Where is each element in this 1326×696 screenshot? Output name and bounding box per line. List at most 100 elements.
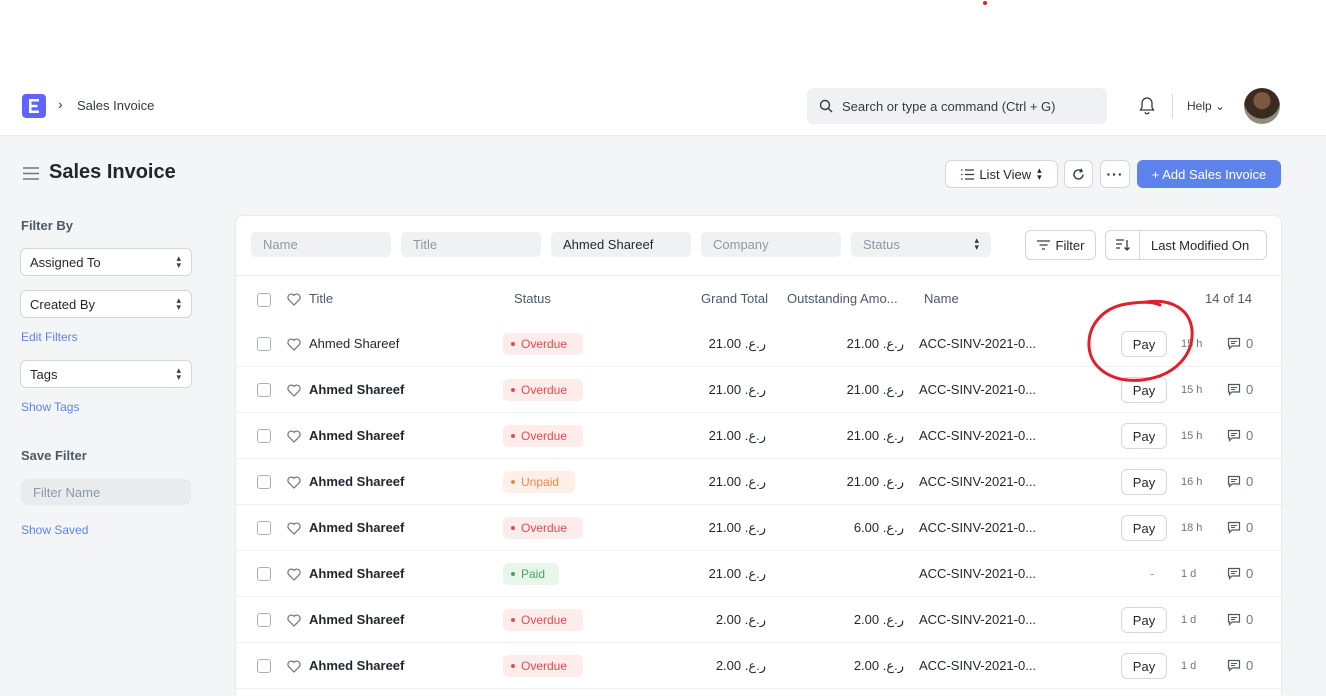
created-by-select[interactable]: Created By ▴ ▾ bbox=[20, 290, 192, 318]
table-row[interactable]: Ahmed Shareef Overdue 21.00 .ر.ع 21.00 .ر.ع… bbox=[236, 413, 1281, 459]
table-row[interactable]: Ahmed Shareef Overdue 2.00 .ر.ع 2.00 .ر.ع AC… bbox=[236, 643, 1281, 689]
status-label: Overdue bbox=[521, 659, 568, 673]
table-row[interactable]: Ahmed Shareef Overdue 21.00 .ر.ع 6.00 .ر.ع A… bbox=[236, 505, 1281, 551]
sort-direction-button[interactable] bbox=[1106, 231, 1140, 259]
heart-icon[interactable] bbox=[287, 384, 301, 397]
more-icon: ··· bbox=[1106, 166, 1124, 182]
tags-select[interactable]: Tags ▴ ▾ bbox=[20, 360, 192, 388]
comment-icon[interactable] bbox=[1227, 613, 1241, 626]
pay-button[interactable]: Pay bbox=[1121, 607, 1167, 633]
comment-icon[interactable] bbox=[1227, 383, 1241, 396]
table-row[interactable]: Ahmed Shareef Overdue 21.00 .ر.ع 21.00 .ر.ع… bbox=[236, 367, 1281, 413]
table-row[interactable]: Ahmed Shareef Paid 21.00 .ر.ع ACC-SINV-2021… bbox=[236, 551, 1281, 597]
search-bar[interactable] bbox=[807, 88, 1107, 124]
status-filter-select[interactable]: Status ▴ ▾ bbox=[851, 232, 991, 257]
row-checkbox[interactable] bbox=[257, 383, 271, 397]
sort-control[interactable]: Last Modified On bbox=[1105, 230, 1267, 260]
row-checkbox[interactable] bbox=[257, 429, 271, 443]
table-row[interactable]: Ahmed Shareef Overdue 21.00 .ر.ع 21.00 .ر.ع… bbox=[236, 321, 1281, 367]
pay-button[interactable]: Pay bbox=[1121, 653, 1167, 679]
row-checkbox[interactable] bbox=[257, 337, 271, 351]
pay-button[interactable]: Pay bbox=[1121, 423, 1167, 449]
row-title[interactable]: Ahmed Shareef bbox=[309, 336, 399, 351]
comment-count: 0 bbox=[1246, 566, 1254, 581]
row-title[interactable]: Ahmed Shareef bbox=[309, 428, 404, 443]
row-title[interactable]: Ahmed Shareef bbox=[309, 474, 404, 489]
row-checkbox[interactable] bbox=[257, 659, 271, 673]
avatar[interactable] bbox=[1244, 88, 1280, 124]
name-filter-input[interactable] bbox=[251, 232, 391, 257]
heart-icon[interactable] bbox=[287, 338, 301, 351]
column-header-outstanding[interactable]: Outstanding Amo... bbox=[787, 291, 898, 306]
list-view-button[interactable]: List View ▴ ▾ bbox=[945, 160, 1058, 188]
grand-total-value: 21.00 .ر.ع bbox=[708, 336, 766, 351]
row-checkbox[interactable] bbox=[257, 521, 271, 535]
status-dot bbox=[511, 342, 515, 346]
heart-icon[interactable] bbox=[287, 660, 301, 673]
filter-by-label: Filter By bbox=[21, 218, 74, 233]
assigned-to-select[interactable]: Assigned To ▴ ▾ bbox=[20, 248, 192, 276]
row-title[interactable]: Ahmed Shareef bbox=[309, 658, 404, 673]
status-label: Overdue bbox=[521, 337, 568, 351]
outstanding-value: 6.00 .ر.ع bbox=[853, 520, 904, 535]
comment-icon[interactable] bbox=[1227, 659, 1241, 672]
column-header-grand-total[interactable]: Grand Total bbox=[701, 291, 768, 306]
pay-button[interactable]: Pay bbox=[1121, 331, 1167, 357]
help-dropdown[interactable]: Help ⌄ bbox=[1187, 99, 1225, 113]
table-row[interactable]: Ahmed Shareef Overdue 2.00 .ر.ع 2.00 .ر.ع AC… bbox=[236, 597, 1281, 643]
title-filter-input[interactable] bbox=[401, 232, 541, 257]
row-name: ACC-SINV-2021-0... bbox=[919, 658, 1037, 673]
row-title[interactable]: Ahmed Shareef bbox=[309, 520, 404, 535]
heart-icon[interactable] bbox=[287, 568, 301, 581]
heart-icon[interactable] bbox=[287, 522, 301, 535]
hamburger-icon[interactable] bbox=[23, 167, 39, 180]
heart-icon[interactable] bbox=[287, 430, 301, 443]
column-header-title[interactable]: Title bbox=[309, 291, 333, 306]
pay-button[interactable]: Pay bbox=[1121, 377, 1167, 403]
show-saved-link[interactable]: Show Saved bbox=[21, 523, 88, 537]
heart-icon[interactable] bbox=[287, 614, 301, 627]
status-dot bbox=[511, 480, 515, 484]
select-all-checkbox[interactable] bbox=[257, 293, 271, 307]
bell-icon[interactable] bbox=[1138, 96, 1156, 116]
status-badge: Overdue bbox=[503, 609, 583, 631]
comment-icon[interactable] bbox=[1227, 475, 1241, 488]
outstanding-value: 2.00 .ر.ع bbox=[853, 658, 904, 673]
pay-button[interactable]: Pay bbox=[1121, 469, 1167, 495]
pay-button[interactable]: Pay bbox=[1121, 515, 1167, 541]
updown-icon: ▴ ▾ bbox=[1037, 165, 1042, 182]
row-title[interactable]: Ahmed Shareef bbox=[309, 382, 404, 397]
app-logo[interactable] bbox=[22, 94, 46, 118]
comment-icon[interactable] bbox=[1227, 567, 1241, 580]
row-checkbox[interactable] bbox=[257, 475, 271, 489]
comment-icon[interactable] bbox=[1227, 521, 1241, 534]
filter-button[interactable]: Filter bbox=[1025, 230, 1096, 260]
row-checkbox[interactable] bbox=[257, 567, 271, 581]
column-header-status[interactable]: Status bbox=[514, 291, 551, 306]
company-filter-input[interactable] bbox=[701, 232, 841, 257]
heart-icon[interactable] bbox=[287, 293, 301, 306]
comment-count: 0 bbox=[1246, 612, 1254, 627]
breadcrumb[interactable]: Sales Invoice bbox=[77, 98, 154, 113]
help-label: Help bbox=[1187, 99, 1212, 113]
add-sales-invoice-button[interactable]: + Add Sales Invoice bbox=[1137, 160, 1281, 188]
row-title[interactable]: Ahmed Shareef bbox=[309, 566, 404, 581]
row-checkbox[interactable] bbox=[257, 613, 271, 627]
table-row[interactable]: Ahmed Shareef Unpaid 21.00 .ر.ع 21.00 .ر.ع A… bbox=[236, 459, 1281, 505]
refresh-button[interactable] bbox=[1064, 160, 1093, 188]
show-tags-link[interactable]: Show Tags bbox=[21, 400, 79, 414]
search-input[interactable] bbox=[842, 88, 1097, 124]
comment-icon[interactable] bbox=[1227, 337, 1241, 350]
top-blank-area bbox=[0, 0, 1326, 80]
edit-filters-link[interactable]: Edit Filters bbox=[21, 330, 78, 344]
row-title[interactable]: Ahmed Shareef bbox=[309, 612, 404, 627]
heart-icon[interactable] bbox=[287, 476, 301, 489]
column-header-name[interactable]: Name bbox=[924, 291, 959, 306]
filter-name-input[interactable] bbox=[21, 479, 191, 505]
customer-filter-input[interactable] bbox=[551, 232, 691, 257]
refresh-icon bbox=[1073, 168, 1084, 180]
status-label: Paid bbox=[521, 567, 546, 581]
comment-icon[interactable] bbox=[1227, 429, 1241, 442]
more-button[interactable]: ··· bbox=[1100, 160, 1130, 188]
annotation-dot bbox=[983, 1, 987, 5]
